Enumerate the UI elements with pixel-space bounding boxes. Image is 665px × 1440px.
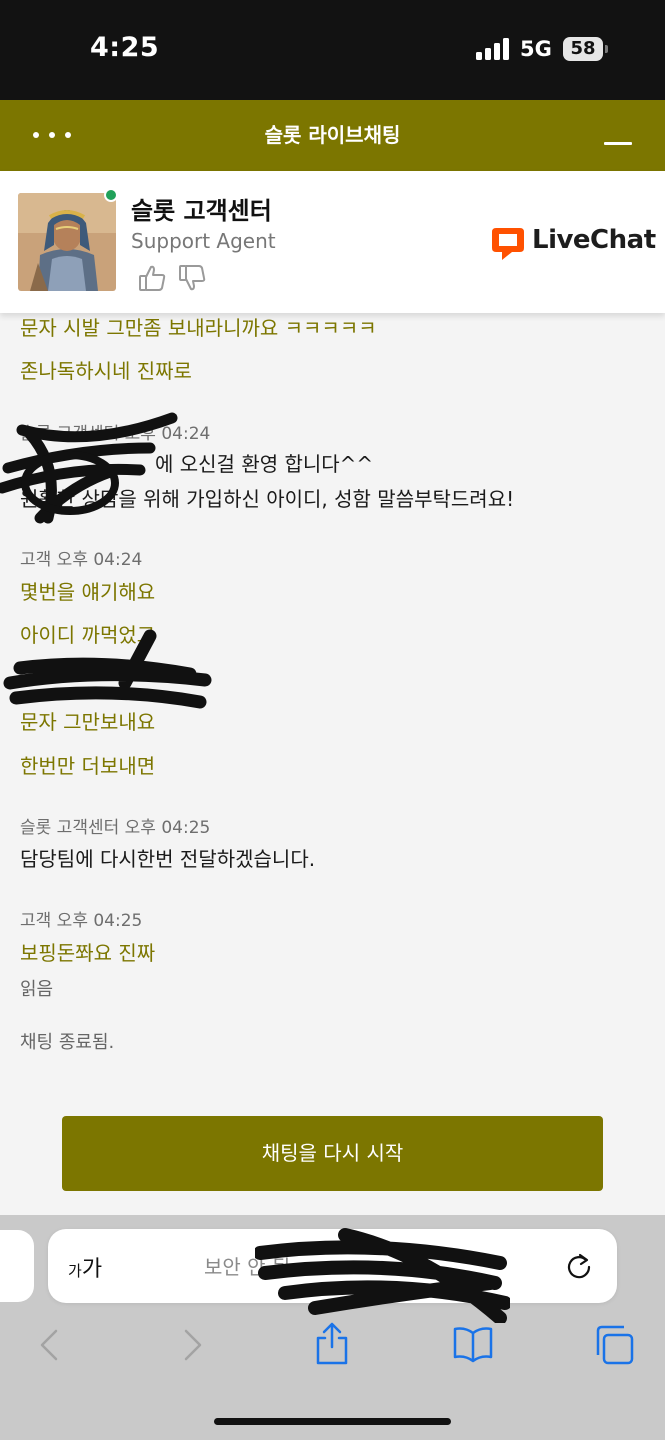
browser-toolbar: 가가 보안 안 됨 bbox=[0, 1215, 665, 1440]
previous-tab-preview[interactable] bbox=[0, 1230, 34, 1302]
customer-message: 몇번을 얘기해요 bbox=[20, 580, 156, 604]
restart-chat-button[interactable]: 채팅을 다시 시작 bbox=[62, 1116, 603, 1191]
minimize-button[interactable] bbox=[596, 126, 640, 156]
redaction-scribble bbox=[255, 1228, 510, 1323]
home-indicator bbox=[214, 1418, 451, 1425]
livechat-bubble-icon bbox=[492, 228, 524, 260]
thumbs-up-icon[interactable] bbox=[137, 263, 167, 293]
livechat-logo: LiveChat bbox=[490, 224, 656, 264]
agent-role: Support Agent bbox=[131, 229, 276, 253]
tabs-icon[interactable] bbox=[592, 1323, 636, 1367]
read-receipt: 읽음 bbox=[20, 979, 54, 1000]
network-type: 5G bbox=[520, 37, 552, 61]
chat-ended-notice: 채팅 종료됨. bbox=[20, 1032, 115, 1053]
battery-tip bbox=[605, 45, 608, 53]
customer-message: 보핑돈쫘요 진짜 bbox=[20, 941, 156, 965]
status-time: 4:25 bbox=[90, 32, 160, 63]
minimize-icon bbox=[604, 142, 632, 145]
message-meta: 고객 오후 04:25 bbox=[20, 911, 143, 931]
redaction-scribble bbox=[0, 412, 178, 524]
customer-message: 문자 시발 그만좀 보내라니까요 ㅋㅋㅋㅋㅋ bbox=[20, 316, 377, 340]
thumbs-down-icon[interactable] bbox=[177, 263, 207, 293]
agent-message: 담당팀에 다시한번 전달하겠습니다. bbox=[20, 847, 316, 871]
customer-message: 한번만 더보내면 bbox=[20, 754, 156, 778]
share-icon[interactable] bbox=[310, 1321, 354, 1365]
agent-name: 슬롯 고객센터 bbox=[131, 197, 272, 225]
livechat-wordmark: LiveChat bbox=[532, 225, 656, 255]
customer-message: 존나독하시네 진짜로 bbox=[20, 359, 192, 383]
back-icon[interactable] bbox=[28, 1323, 72, 1367]
cellular-signal-icon bbox=[476, 38, 510, 60]
bookmarks-icon[interactable] bbox=[451, 1321, 495, 1365]
message-meta: 고객 오후 04:24 bbox=[20, 550, 143, 570]
battery-icon: 58 bbox=[563, 37, 603, 61]
message-meta: 슬롯 고객센터 오후 04:25 bbox=[20, 818, 211, 838]
agent-card: 슬롯 고객센터 Support Agent LiveChat bbox=[0, 171, 665, 313]
status-bar: 4:25 5G 58 bbox=[0, 0, 665, 100]
page-settings-button[interactable]: 가가 bbox=[68, 1251, 102, 1283]
chat-header: 슬롯 라이브채팅 bbox=[0, 100, 665, 171]
forward-icon[interactable] bbox=[170, 1323, 214, 1367]
online-status-dot bbox=[104, 188, 118, 202]
redaction-scribble bbox=[3, 629, 212, 709]
reload-icon[interactable] bbox=[564, 1251, 594, 1281]
chat-title: 슬롯 라이브채팅 bbox=[264, 123, 401, 147]
agent-avatar bbox=[18, 193, 116, 291]
